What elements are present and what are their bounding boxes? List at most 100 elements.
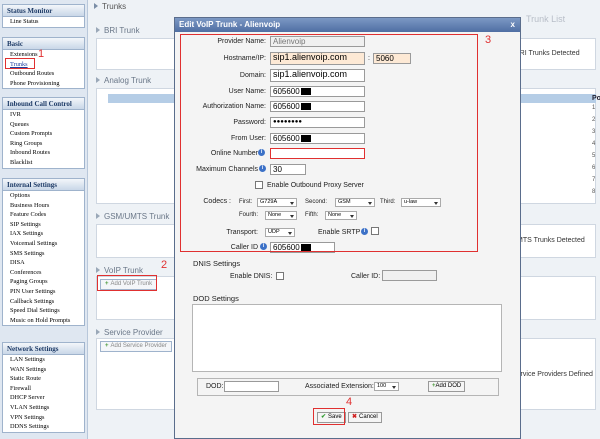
annotation-number-3: 3 [485, 34, 492, 46]
analog-title: Analog Trunk [96, 76, 151, 85]
add-service-provider-label: Add Service Provider [110, 343, 167, 349]
associated-extension-select[interactable]: 100 [374, 382, 399, 391]
menu-head-internal: Internal Settings [3, 179, 84, 191]
dod-list-box [192, 304, 502, 372]
voip-title-text: VoIP Trunk [104, 266, 143, 275]
menu-network: Network Settings LAN Settings WAN Settin… [2, 342, 85, 433]
sidebar-item-iax-settings[interactable]: IAX Settings [3, 229, 84, 239]
dnis-caller-id-label: Caller ID: [351, 273, 381, 280]
sidebar-item-ddns-settings[interactable]: DDNS Settings [3, 422, 84, 432]
sidebar-item-wan-settings[interactable]: WAN Settings [3, 365, 84, 375]
sidebar-item-blacklist[interactable]: Blacklist [3, 158, 84, 168]
sidebar-item-disa[interactable]: DISA [3, 258, 84, 268]
sidebar-item-vpn-settings[interactable]: VPN Settings [3, 413, 84, 423]
sidebar-item-sip-settings[interactable]: SIP Settings [3, 220, 84, 230]
sidebar-item-custom-prompts[interactable]: Custom Prompts [3, 129, 84, 139]
sidebar-item-phone-provisioning[interactable]: Phone Provisioning [3, 79, 84, 89]
enable-dnis-label: Enable DNIS: [230, 273, 273, 280]
breadcrumb: Trunks [94, 2, 126, 11]
sidebar-item-sms-settings[interactable]: SMS Settings [3, 249, 84, 259]
sidebar-item-voicemail-settings[interactable]: Voicemail Settings [3, 239, 84, 249]
section-arrow-icon [96, 329, 100, 335]
sidebar-item-dhcp-server[interactable]: DHCP Server [3, 393, 84, 403]
annotation-box-add-voip [97, 275, 157, 291]
sidebar-item-pin-user-settings[interactable]: PIN User Settings [3, 287, 84, 297]
analog-row-2: 2 [592, 117, 596, 123]
analog-row-1: 1 [592, 105, 596, 111]
trunk-list-title: Trunk List [526, 14, 566, 24]
sidebar-item-vlan-settings[interactable]: VLAN Settings [3, 403, 84, 413]
sidebar-item-moh-prompts[interactable]: Music on Hold Prompts [3, 316, 84, 326]
analog-row-8: 8 [592, 189, 596, 195]
cancel-label: Cancel [359, 414, 378, 420]
chevron-down-icon [392, 386, 396, 389]
sidebar-item-paging-groups[interactable]: Paging Groups [3, 277, 84, 287]
bri-title-text: BRI Trunk [104, 26, 140, 35]
sidebar-item-queues[interactable]: Queues [3, 120, 84, 130]
sidebar-item-options[interactable]: Options [3, 191, 84, 201]
dnis-settings-title: DNIS Settings [193, 259, 241, 268]
dnis-caller-id-field[interactable] [382, 270, 437, 281]
sp-title: Service Provider [96, 328, 163, 337]
sidebar-item-static-route[interactable]: Static Route [3, 374, 84, 384]
sidebar-item-feature-codes[interactable]: Feature Codes [3, 210, 84, 220]
menu-head-inbound: Inbound Call Control [3, 98, 84, 110]
dialog-title: Edit VoIP Trunk - Alienvoip [179, 20, 281, 29]
associated-extension-label: Associated Extension: [305, 383, 374, 390]
dod-label: DOD: [206, 383, 224, 390]
cancel-button[interactable]: ✖ Cancel [348, 412, 382, 423]
analog-row-7: 7 [592, 177, 596, 183]
sidebar-item-callback-settings[interactable]: Callback Settings [3, 297, 84, 307]
sidebar-item-ring-groups[interactable]: Ring Groups [3, 139, 84, 149]
annotation-number-4: 4 [346, 396, 353, 408]
menu-internal: Internal Settings Options Business Hours… [2, 178, 85, 327]
annotation-box-save [313, 408, 345, 425]
close-icon: ✖ [352, 414, 358, 420]
voip-title: VoIP Trunk [96, 266, 143, 275]
annotation-box-trunks [5, 58, 35, 69]
menu-head-network: Network Settings [3, 343, 84, 355]
add-dod-button[interactable]: +Add DOD [428, 381, 466, 392]
sidebar-item-lan-settings[interactable]: LAN Settings [3, 355, 84, 365]
menu-head-status-monitor: Status Monitor [3, 5, 84, 17]
close-icon[interactable]: x [511, 18, 515, 32]
dialog-title-bar: Edit VoIP Trunk - Alienvoip x [175, 18, 520, 32]
sidebar-item-ivr[interactable]: IVR [3, 110, 84, 120]
add-service-provider-button[interactable]: + Add Service Provider [100, 341, 172, 352]
associated-extension-value: 100 [377, 383, 387, 389]
sp-detected-text: Service Providers Defined [512, 371, 593, 378]
dod-settings-title: DOD Settings [193, 294, 239, 303]
sidebar-item-line-status[interactable]: Line Status [3, 17, 84, 27]
sidebar-item-firewall[interactable]: Firewall [3, 384, 84, 394]
section-arrow-icon [96, 213, 100, 219]
annotation-number-2: 2 [161, 259, 168, 271]
bri-title: BRI Trunk [96, 26, 140, 35]
bri-detected-text: BRI Trunks Detected [515, 50, 580, 57]
analog-col-port: Po [592, 95, 600, 102]
dod-field[interactable] [224, 381, 279, 392]
menu-inbound: Inbound Call Control IVR Queues Custom P… [2, 97, 85, 169]
sidebar-item-speed-dial-settings[interactable]: Speed Dial Settings [3, 306, 84, 316]
gsm-detected-text: UMTS Trunks Detected [512, 237, 585, 244]
section-arrow-icon [96, 267, 100, 273]
sidebar-item-inbound-routes[interactable]: Inbound Routes [3, 148, 84, 158]
plus-icon: + [105, 343, 109, 349]
section-arrow-icon [96, 77, 100, 83]
analog-row-6: 6 [592, 165, 596, 171]
menu-status-monitor: Status Monitor Line Status [2, 4, 85, 28]
sidebar-item-business-hours[interactable]: Business Hours [3, 201, 84, 211]
add-dod-label: Add DOD [435, 383, 462, 389]
analog-title-text: Analog Trunk [104, 76, 152, 85]
analog-row-3: 3 [592, 129, 596, 135]
analog-row-5: 5 [592, 153, 596, 159]
breadcrumb-arrow-icon [94, 3, 98, 9]
annotation-number-1: 1 [38, 48, 45, 60]
enable-dnis-checkbox[interactable] [276, 272, 284, 280]
sidebar-item-outbound-routes[interactable]: Outbound Routes [3, 69, 84, 79]
sidebar-item-conferences[interactable]: Conferences [3, 268, 84, 278]
sp-title-text: Service Provider [104, 328, 163, 337]
section-arrow-icon [96, 27, 100, 33]
analog-row-4: 4 [592, 141, 596, 147]
gsm-title: GSM/UMTS Trunk [96, 212, 169, 221]
annotation-box-form [180, 34, 478, 252]
